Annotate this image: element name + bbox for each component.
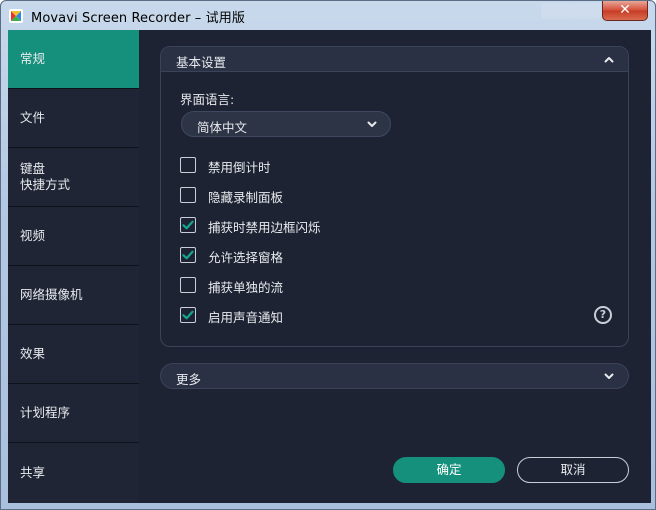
cancel-button[interactable]: 取消 <box>517 457 629 483</box>
close-icon: ✕ <box>619 2 631 18</box>
option-label: 捕获时禁用边框闪烁 <box>208 220 321 235</box>
window-title: Movavi Screen Recorder – 试用版 <box>31 11 245 26</box>
language-value: 简体中文 <box>197 120 248 135</box>
option-capture-separate-streams[interactable]: 捕获单独的流 <box>180 276 480 296</box>
checkbox[interactable] <box>180 307 196 323</box>
option-label: 禁用倒计时 <box>208 160 271 175</box>
option-label: 允许选择窗格 <box>208 250 284 265</box>
sidebar-item-label: 常规 <box>20 51 46 66</box>
sidebar-item-label: 文件 <box>20 110 46 125</box>
checkbox[interactable] <box>180 247 196 263</box>
title-bar[interactable]: Movavi Screen Recorder – 试用版 ✕ <box>1 1 655 31</box>
ok-button[interactable]: 确定 <box>393 457 505 483</box>
chevron-down-icon <box>604 373 614 379</box>
section-title: 基本设置 <box>176 55 227 70</box>
sidebar-item-webcam[interactable]: 网络摄像机 <box>8 266 139 325</box>
help-circle-icon[interactable]: ? <box>594 306 612 324</box>
sidebar-item-label: 键盘 快捷方式 <box>20 161 71 192</box>
option-hide-recording-panel[interactable]: 隐藏录制面板 <box>180 186 480 206</box>
sidebar-item-label: 视频 <box>20 228 46 243</box>
settings-dialog: 常规 文件 键盘 快捷方式 视频 网络摄像机 效果 计划程序 共享 基本设置 界… <box>8 30 651 503</box>
help-glyph: ? <box>599 308 607 321</box>
checkbox[interactable] <box>180 187 196 203</box>
checkbox[interactable] <box>180 277 196 293</box>
window-frame: Movavi Screen Recorder – 试用版 ✕ 常规 文件 键盘 … <box>0 0 656 510</box>
check-icon <box>182 250 194 260</box>
chevron-up-icon <box>604 57 614 63</box>
sidebar-item-scheduler[interactable]: 计划程序 <box>8 384 139 443</box>
sidebar-item-general[interactable]: 常规 <box>8 30 139 89</box>
option-disable-countdown[interactable]: 禁用倒计时 <box>180 156 480 176</box>
app-logo-icon <box>9 9 23 23</box>
sidebar-item-label: 效果 <box>20 346 46 361</box>
sidebar-item-effects[interactable]: 效果 <box>8 325 139 384</box>
option-label: 隐藏录制面板 <box>208 190 284 205</box>
option-disable-border-flash[interactable]: 捕获时禁用边框闪烁 <box>180 216 480 236</box>
sidebar-item-files[interactable]: 文件 <box>8 89 139 148</box>
checkbox[interactable] <box>180 157 196 173</box>
check-icon <box>182 310 194 320</box>
option-label: 启用声音通知 <box>208 310 284 325</box>
chevron-down-icon <box>367 121 377 127</box>
check-icon <box>182 220 194 230</box>
basic-settings-header[interactable]: 基本设置 <box>161 47 628 72</box>
option-enable-sound-notifications[interactable]: 启用声音通知 <box>180 306 480 326</box>
language-select[interactable]: 简体中文 <box>181 111 391 137</box>
minimize-button[interactable] <box>541 3 571 19</box>
sidebar-item-video[interactable]: 视频 <box>8 207 139 266</box>
basic-settings-section: 基本设置 界面语言: 简体中文 禁用倒计时 隐藏录制面板 捕获时禁用边框闪烁 允… <box>160 46 629 347</box>
main-panel: 基本设置 界面语言: 简体中文 禁用倒计时 隐藏录制面板 捕获时禁用边框闪烁 允… <box>139 30 651 503</box>
sidebar-item-sharing[interactable]: 共享 <box>8 443 139 503</box>
sidebar-item-label: 网络摄像机 <box>20 287 83 302</box>
option-label: 捕获单独的流 <box>208 280 284 295</box>
more-section-toggle[interactable]: 更多 <box>160 363 629 389</box>
maximize-button[interactable] <box>571 3 601 19</box>
checkbox[interactable] <box>180 217 196 233</box>
settings-sidebar: 常规 文件 键盘 快捷方式 视频 网络摄像机 效果 计划程序 共享 <box>8 30 139 503</box>
sidebar-item-label: 计划程序 <box>20 405 71 420</box>
language-label: 界面语言: <box>180 92 235 107</box>
more-label: 更多 <box>176 372 202 387</box>
sidebar-item-keyboard-shortcuts[interactable]: 键盘 快捷方式 <box>8 148 139 207</box>
option-allow-pane-selection[interactable]: 允许选择窗格 <box>180 246 480 266</box>
close-button[interactable]: ✕ <box>602 1 648 21</box>
sidebar-item-label: 共享 <box>20 465 46 480</box>
